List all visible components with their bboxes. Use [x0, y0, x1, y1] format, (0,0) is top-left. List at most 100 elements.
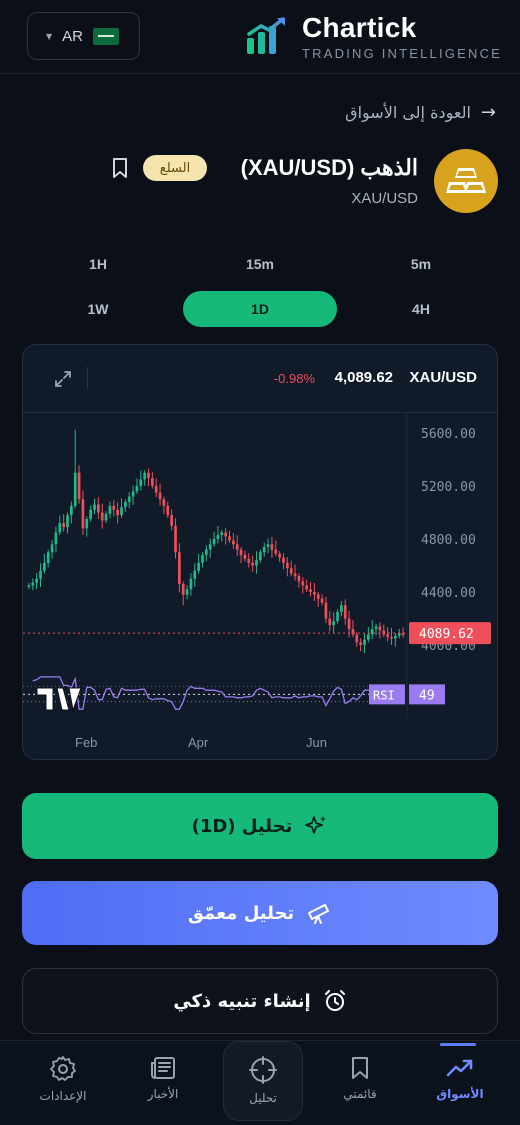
- rsi-label: RSI: [373, 688, 395, 702]
- chart-symbol: XAU/USD: [409, 369, 477, 386]
- candle-body: [347, 618, 351, 630]
- candle-body: [228, 536, 231, 541]
- candle-body: [382, 630, 386, 635]
- candle-body: [324, 602, 328, 619]
- candle-body: [247, 558, 251, 563]
- app-header: ▼ AR Chartick TRADING INTELLIGENCE: [0, 0, 520, 74]
- create-alert-button[interactable]: إنشاء تنبيه ذكي: [22, 968, 498, 1034]
- nav-watchlist[interactable]: قائمتي: [315, 1055, 405, 1101]
- gold-bars-icon: [434, 149, 498, 213]
- candle-body: [27, 585, 31, 587]
- candle-body: [274, 549, 278, 554]
- nav-news[interactable]: الأخبار: [118, 1055, 208, 1101]
- asset-symbol: XAU/USD: [351, 190, 418, 207]
- candle-body: [151, 478, 154, 486]
- candle-body: [212, 539, 216, 545]
- y-tick-label: 5200.00: [421, 480, 476, 495]
- candle-body: [147, 472, 150, 479]
- candle-body: [62, 523, 65, 528]
- x-tick-label: Apr: [188, 735, 209, 750]
- candle-body: [359, 642, 362, 645]
- nav-analysis[interactable]: تحليل: [218, 1055, 308, 1105]
- last-price-tag-label: 4089.62: [419, 627, 474, 642]
- expand-icon[interactable]: [53, 369, 73, 389]
- nav-watchlist-label: قائمتي: [343, 1087, 377, 1101]
- candle-body: [232, 540, 235, 545]
- candle-body: [289, 568, 293, 574]
- candle-body: [193, 570, 197, 579]
- timeframe-5m[interactable]: 5m: [344, 246, 498, 282]
- language-selector[interactable]: ▼ AR: [27, 12, 140, 60]
- candle-body: [255, 560, 258, 566]
- saudi-flag-icon: [93, 27, 119, 45]
- candle-body: [336, 611, 339, 622]
- candle-body: [162, 499, 166, 506]
- candle-body: [282, 557, 285, 563]
- candle-body: [54, 532, 58, 545]
- candle-body: [363, 639, 366, 645]
- candle-body: [220, 532, 224, 536]
- candle-body: [39, 570, 42, 579]
- candle-body: [313, 592, 316, 595]
- timeframe-15m[interactable]: 15m: [183, 246, 337, 282]
- candle-body: [386, 634, 389, 638]
- candle-body: [35, 578, 38, 583]
- analysis-button[interactable]: تحليل (1D): [22, 793, 498, 859]
- candle-body: [100, 512, 104, 521]
- candle-body: [197, 562, 200, 571]
- candle-body: [235, 544, 239, 550]
- header-divider: [87, 367, 88, 389]
- candle-body: [297, 576, 301, 582]
- deep-analysis-button[interactable]: تحليل معمّق: [22, 881, 498, 945]
- candle-body: [46, 552, 50, 563]
- timeframe-1w[interactable]: 1W: [21, 291, 175, 327]
- candle-body: [89, 509, 92, 520]
- candle-body: [185, 589, 189, 595]
- candle-body: [243, 554, 247, 559]
- logo-title: Chartick: [302, 12, 417, 43]
- trend-up-icon: [446, 1059, 473, 1077]
- candle-body: [81, 499, 85, 529]
- candle-body: [394, 635, 397, 639]
- timeframe-1d[interactable]: 1D: [183, 291, 337, 327]
- active-tab-indicator: [440, 1043, 476, 1046]
- bookmark-icon[interactable]: [110, 157, 130, 179]
- y-tick-label: 5600.00: [421, 427, 476, 442]
- candle-body: [131, 491, 135, 497]
- tradingview-logo: [36, 687, 82, 712]
- candle-body: [139, 479, 143, 486]
- asset-title: الذهب (XAU/USD): [240, 155, 418, 180]
- back-to-markets-link[interactable]: → العودة إلى الأسواق: [345, 102, 496, 123]
- timeframe-1h[interactable]: 1H: [21, 246, 175, 282]
- candle-body: [328, 618, 332, 626]
- newspaper-icon: [151, 1057, 175, 1079]
- nav-settings[interactable]: الإعدادات: [18, 1055, 108, 1103]
- candle-body: [367, 634, 370, 640]
- candle-body: [286, 562, 289, 569]
- candlestick-chart[interactable]: 5600.005200.004800.004400.004000.004089.…: [23, 413, 498, 760]
- candle-body: [390, 637, 393, 639]
- chart-header: XAU/USD 4,089.62 -0.98%: [23, 345, 497, 413]
- candle-body: [208, 544, 212, 550]
- chart-change: -0.98%: [273, 371, 315, 386]
- crosshair-icon: [249, 1056, 277, 1084]
- candle-body: [305, 585, 308, 590]
- candle-body: [259, 552, 262, 561]
- candle-body: [93, 504, 96, 510]
- deep-analysis-button-label: تحليل معمّق: [187, 902, 295, 924]
- candle-body: [205, 549, 208, 555]
- candle-body: [154, 486, 158, 493]
- candle-body: [112, 505, 116, 510]
- candle-body: [124, 501, 127, 508]
- logo-subtitle: TRADING INTELLIGENCE: [302, 46, 503, 61]
- candle-body: [58, 523, 62, 533]
- nav-markets[interactable]: الأسواق: [415, 1055, 505, 1101]
- analysis-button-label: تحليل (1D): [191, 815, 293, 837]
- timeframe-4h[interactable]: 4H: [344, 291, 498, 327]
- candle-body: [104, 513, 108, 521]
- bottom-navigation: الأسواق قائمتي تحليل الأخبار الإعدادات: [0, 1040, 520, 1125]
- candle-body: [66, 515, 69, 528]
- candle-body: [77, 472, 81, 500]
- candle-body: [116, 509, 119, 516]
- x-tick-label: Jun: [306, 735, 327, 750]
